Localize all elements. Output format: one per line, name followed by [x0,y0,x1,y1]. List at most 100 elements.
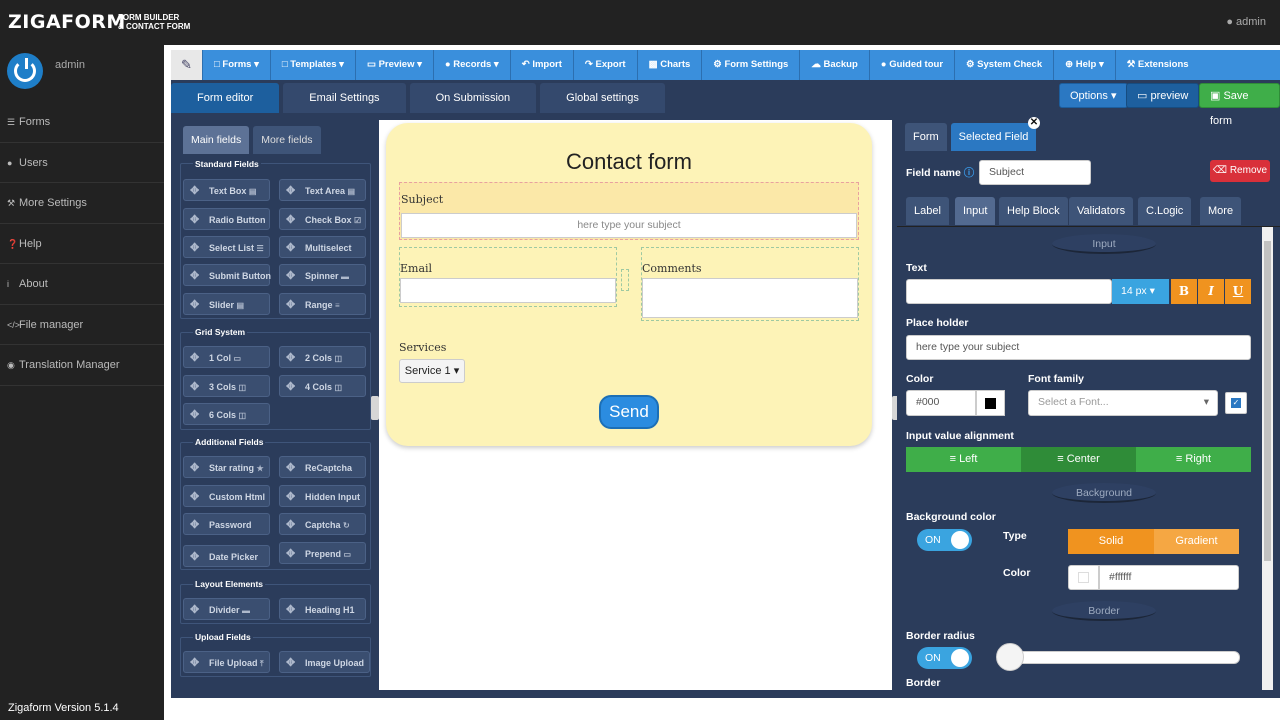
field-spinner[interactable]: ✥ Spinner ▬ [279,264,366,286]
tab-selected-field[interactable]: Selected Field [950,123,1037,151]
sidebar-item-about[interactable]: i About [0,264,164,305]
bold-button[interactable]: B [1171,279,1197,304]
tab-on-submission[interactable]: On Submission [409,83,537,113]
border-radius-slider-handle[interactable] [996,643,1024,671]
sidebar-item-more-settings[interactable]: ⚒ More Settings [0,183,164,224]
remove-button[interactable]: ⌫ Remove [1210,160,1270,182]
font-family-select[interactable]: Select a Font... ▾ [1028,390,1218,416]
form-title[interactable]: Contact form [386,149,872,175]
toolbar-form-settings[interactable]: ⚙ Form Settings [702,50,801,80]
border-radius-slider[interactable] [1001,651,1240,664]
options-button[interactable]: Options ▾ [1059,83,1128,108]
bg-color-swatch[interactable] [1068,565,1099,590]
field-slider[interactable]: ✥ Slider ▤ [183,293,270,315]
field-heading-h1[interactable]: ✥ Heading H1 [279,598,366,620]
sidebar-item-users[interactable]: ● Users [0,143,164,183]
italic-button[interactable]: I [1198,279,1224,304]
toolbar-export[interactable]: ↷ Export [574,50,638,80]
color-input[interactable]: #000 [906,390,976,416]
toolbar-system-check[interactable]: ⚙ System Check [955,50,1055,80]
properties-scrollbar[interactable] [1262,227,1273,690]
bg-color-toggle[interactable]: ON [917,529,972,551]
field-radio-button[interactable]: ✥ Radio Button [183,208,270,230]
sidebar-item-translation-manager[interactable]: ◉ Translation Manager [0,345,164,386]
tab-main-fields[interactable]: Main fields [183,126,250,154]
tab-more-fields[interactable]: More fields [253,126,321,154]
toolbar-import[interactable]: ↶ Import [511,50,574,80]
services-select[interactable]: Service 1 ▾ [399,359,465,383]
top-user-menu[interactable]: ● admin [1226,16,1266,28]
field-star-rating[interactable]: ✥ Star rating ★ [183,456,270,478]
preview-button[interactable]: ▭ preview [1126,83,1200,108]
sidebar-item-help[interactable]: ❓Help [0,224,164,264]
toolbar-extensions[interactable]: ⚒ Extensions [1116,50,1200,80]
email-input[interactable] [400,278,616,303]
toolbar-records[interactable]: ● Records ▾ [434,50,511,80]
underline-button[interactable]: U [1225,279,1251,304]
toolbar-forms[interactable]: □ Forms ▾ [203,50,271,80]
column-resize-handle[interactable] [621,269,629,291]
tab-global-settings[interactable]: Global settings [540,83,665,113]
save-form-button[interactable]: ▣ Save form [1199,83,1280,127]
field-custom-html[interactable]: ✥ Custom Html [183,485,270,507]
subtab-validators[interactable]: Validators [1069,197,1134,225]
toolbar-guided-tour[interactable]: ● Guided tour [870,50,956,80]
field-6-cols[interactable]: ✥ 6 Cols ◫ [183,403,270,425]
tab-email-settings[interactable]: Email Settings [283,83,406,113]
field-multiselect[interactable]: ✥ Multiselect [279,236,366,258]
subtab-clogic[interactable]: C.Logic [1138,197,1192,225]
field-prepend[interactable]: ✥ Prepend ▭ [279,542,366,564]
border-radius-toggle[interactable]: ON [917,647,972,669]
text-input[interactable] [906,279,1112,304]
toolbar-backup[interactable]: ☁ Backup [800,50,870,80]
field-date-picker[interactable]: ✥ Date Picker [183,545,270,567]
align-right-button[interactable]: ≡ Right [1136,447,1251,472]
type-gradient-button[interactable]: Gradient [1154,529,1239,554]
field-2-cols[interactable]: ✥ 2 Cols ◫ [279,346,366,368]
font-size-select[interactable]: 14 px ▾ [1112,279,1169,304]
toolbar-templates[interactable]: □ Templates ▾ [271,50,356,80]
type-solid-button[interactable]: Solid [1068,529,1154,554]
field-image-upload[interactable]: ✥ Image Upload [279,651,370,673]
field-name-input[interactable]: Subject [979,160,1091,185]
subject-field-selected[interactable]: Subject here type your subject [399,182,859,240]
sidebar-item-file-manager[interactable]: </>File manager [0,305,164,345]
font-enable-checkbox[interactable]: ✓ [1225,392,1247,414]
toolbar-help[interactable]: ⊕ Help ▾ [1054,50,1116,80]
field-hidden-input[interactable]: ✥ Hidden Input [279,485,366,507]
subtab-input[interactable]: Input [955,197,996,225]
field-file-upload[interactable]: ✥ File Upload ⤒ [183,651,270,673]
edit-icon[interactable]: ✎ [171,50,203,80]
align-left-button[interactable]: ≡ Left [906,447,1021,472]
bg-color-input[interactable]: #ffffff [1099,565,1239,590]
sidebar-item-forms[interactable]: ☰ Forms [0,102,164,143]
subtab-help-block[interactable]: Help Block [999,197,1068,225]
send-button[interactable]: Send [599,395,659,429]
field-3-cols[interactable]: ✥ 3 Cols ◫ [183,375,270,397]
field-check-box[interactable]: ✥ Check Box ☑ [279,208,366,230]
toolbar-preview[interactable]: ▭ Preview ▾ [356,50,434,80]
close-icon[interactable]: ✕ [1028,117,1040,129]
tab-form[interactable]: Form [905,123,947,151]
toolbar-charts[interactable]: ▩ Charts [638,50,703,80]
color-swatch[interactable] [976,390,1005,416]
subtab-label[interactable]: Label [906,197,949,225]
field-captcha[interactable]: ✥ Captcha ↻ [279,513,366,535]
subtab-more[interactable]: More [1200,197,1242,225]
field-text-area[interactable]: ✥ Text Area ▤ [279,179,366,201]
placeholder-input[interactable]: here type your subject [906,335,1251,360]
tab-form-editor[interactable]: Form editor [171,83,280,113]
align-center-button[interactable]: ≡ Center [1021,447,1136,472]
field-recaptcha[interactable]: ✥ ReCaptcha [279,456,366,478]
field-4-cols[interactable]: ✥ 4 Cols ◫ [279,375,366,397]
left-panel-collapse-handle[interactable] [371,396,379,420]
field-text-box[interactable]: ✥ Text Box ▤ [183,179,270,201]
field-password[interactable]: ✥ Password [183,513,270,535]
comments-textarea[interactable] [642,278,858,318]
field-range[interactable]: ✥ Range ≡ [279,293,366,315]
field-submit-button[interactable]: ✥ Submit Button [183,264,271,286]
field-1-col[interactable]: ✥ 1 Col ▭ [183,346,270,368]
field-divider[interactable]: ✥ Divider ▬ [183,598,270,620]
field-select-list[interactable]: ✥ Select List ☰ [183,236,270,258]
subject-input[interactable]: here type your subject [401,213,857,238]
